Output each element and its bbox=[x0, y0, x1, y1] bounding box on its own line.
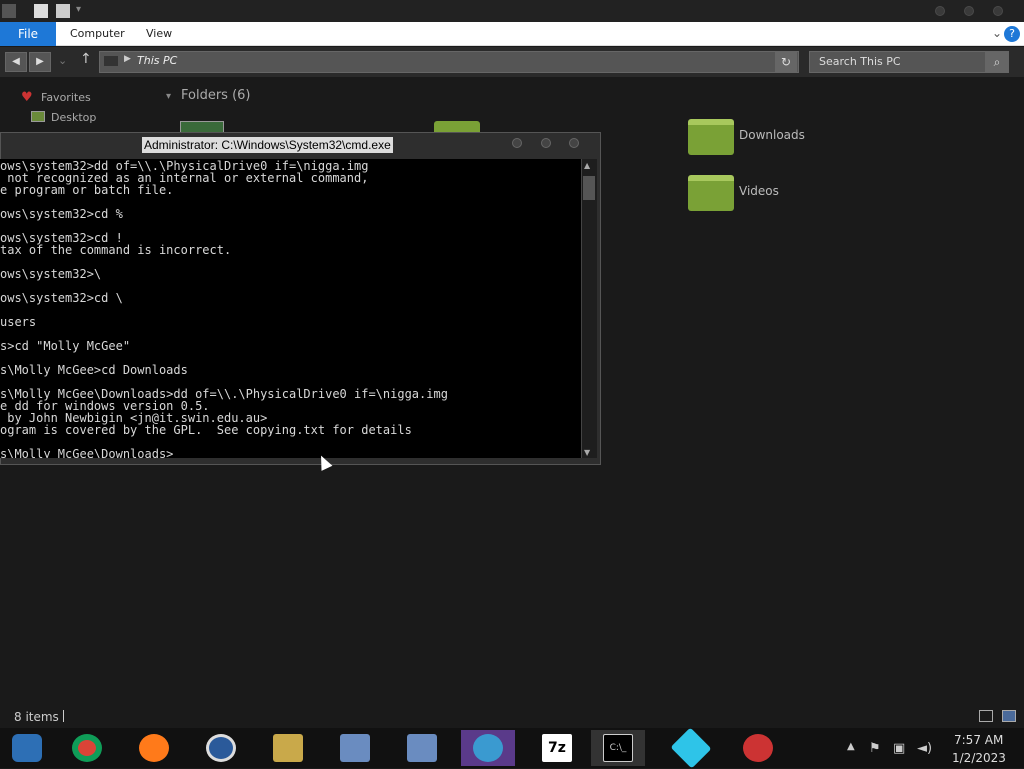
heart-icon: ♥ bbox=[21, 90, 33, 105]
new-folder-icon[interactable] bbox=[56, 4, 70, 18]
cmd-maximize-button[interactable] bbox=[541, 138, 551, 148]
taskbar-chrome[interactable] bbox=[60, 730, 114, 766]
cmd-line: tax of the command is incorrect. bbox=[0, 243, 232, 257]
up-button[interactable]: ↑ bbox=[80, 51, 92, 67]
cmd-title: Administrator: C:\Windows\System32\cmd.e… bbox=[142, 137, 393, 153]
minimize-button[interactable] bbox=[935, 6, 945, 16]
details-view-icon[interactable] bbox=[979, 710, 993, 722]
taskbar-diamond-app[interactable] bbox=[664, 727, 718, 769]
scroll-up-icon[interactable]: ▲ bbox=[584, 161, 590, 170]
back-button[interactable]: ◀ bbox=[5, 52, 27, 72]
taskbar-game-app[interactable] bbox=[731, 730, 785, 766]
taskbar-cmd[interactable]: C:\_ bbox=[591, 730, 645, 766]
clock-time[interactable]: 7:57 AM bbox=[954, 733, 1003, 747]
cmd-minimize-button[interactable] bbox=[512, 138, 522, 148]
taskbar-network-setup-2[interactable] bbox=[395, 730, 449, 766]
network-setup-icon-2 bbox=[407, 734, 437, 762]
breadcrumb-chevron-icon[interactable]: ▶ bbox=[124, 54, 131, 64]
customize-toolbar-icon[interactable]: ▾ bbox=[76, 4, 81, 15]
computer-icon bbox=[104, 56, 118, 66]
diamond-app-icon bbox=[670, 727, 712, 769]
videos-folder-icon[interactable] bbox=[688, 175, 734, 211]
taskbar-people-app[interactable] bbox=[461, 730, 515, 766]
taskbar-firefox[interactable] bbox=[127, 730, 181, 766]
folder-downloads-label[interactable]: Downloads bbox=[739, 128, 805, 142]
cmd-line: ows\system32>cd \ bbox=[0, 291, 123, 305]
scroll-down-icon[interactable]: ▼ bbox=[584, 448, 590, 457]
cmd-line: ows\system32>\ bbox=[0, 267, 102, 281]
cmd-line: ogram is covered by the GPL. See copying… bbox=[0, 423, 412, 437]
cmd-line: users bbox=[0, 315, 37, 329]
cmd-close-button[interactable] bbox=[569, 138, 579, 148]
network-setup-icon bbox=[340, 734, 370, 762]
help-icon[interactable]: ? bbox=[1004, 26, 1020, 42]
start-orb-icon bbox=[12, 734, 42, 762]
taskbar-file-explorer[interactable] bbox=[261, 730, 315, 766]
refresh-button[interactable]: ↻ bbox=[775, 52, 797, 72]
people-app-icon bbox=[473, 734, 503, 762]
search-placeholder: Search This PC bbox=[819, 55, 901, 68]
folder-videos-label[interactable]: Videos bbox=[739, 184, 779, 198]
taskbar-network-setup[interactable] bbox=[328, 730, 382, 766]
opera-icon bbox=[206, 734, 236, 762]
window-menu-icon[interactable] bbox=[2, 4, 16, 18]
folders-header[interactable]: Folders (6) bbox=[181, 88, 251, 103]
forward-button[interactable]: ▶ bbox=[29, 52, 51, 72]
action-center-flag-icon[interactable]: ⚑ bbox=[869, 741, 881, 756]
recent-locations-icon[interactable]: ⌄ bbox=[58, 54, 67, 67]
cmd-line: s>cd "Molly McGee" bbox=[0, 339, 131, 353]
cmd-line: s\Molly McGee\Downloads> bbox=[0, 447, 174, 458]
show-hidden-icons-icon[interactable]: ▲ bbox=[847, 741, 855, 752]
chrome-icon bbox=[72, 734, 102, 762]
search-icon[interactable]: ⌕ bbox=[985, 51, 1009, 73]
status-separator bbox=[63, 710, 64, 722]
sidebar-item-desktop[interactable]: Desktop bbox=[51, 111, 96, 124]
file-explorer-icon bbox=[273, 734, 303, 762]
taskbar-opera[interactable] bbox=[194, 730, 248, 766]
explorer-titlebar bbox=[0, 0, 1024, 22]
expand-ribbon-icon[interactable]: ⌄ bbox=[992, 26, 1002, 40]
taskbar-7zip[interactable]: 7z bbox=[530, 730, 584, 766]
cmd-icon: C:\_ bbox=[603, 734, 633, 762]
tab-file[interactable]: File bbox=[0, 22, 56, 46]
sidebar-item-favorites[interactable]: Favorites bbox=[41, 91, 91, 104]
tab-view[interactable]: View bbox=[146, 22, 172, 46]
firefox-icon bbox=[139, 734, 169, 762]
properties-icon[interactable] bbox=[34, 4, 48, 18]
cmd-line: s\Molly McGee>cd Downloads bbox=[0, 363, 188, 377]
status-item-count: 8 items bbox=[14, 710, 59, 724]
volume-icon[interactable]: ◄) bbox=[917, 741, 932, 756]
scrollbar-thumb[interactable] bbox=[583, 176, 595, 200]
7zip-icon: 7z bbox=[542, 734, 572, 762]
collapse-icon[interactable]: ▾ bbox=[166, 91, 171, 102]
game-app-icon bbox=[743, 734, 773, 762]
address-text: This PC bbox=[137, 54, 178, 67]
tab-computer[interactable]: Computer bbox=[70, 22, 125, 46]
network-icon[interactable]: ▣ bbox=[893, 741, 905, 756]
cmd-line: ows\system32>cd % bbox=[0, 207, 123, 221]
cmd-line: e program or batch file. bbox=[0, 183, 174, 197]
downloads-folder-icon[interactable] bbox=[688, 119, 734, 155]
start-button[interactable] bbox=[0, 730, 54, 766]
address-bar[interactable] bbox=[99, 51, 799, 73]
large-icons-view-icon[interactable] bbox=[1002, 710, 1016, 722]
close-button[interactable] bbox=[993, 6, 1003, 16]
cmd-console[interactable]: ows\system32>dd of=\\.\PhysicalDrive0 if… bbox=[0, 159, 581, 458]
maximize-button[interactable] bbox=[964, 6, 974, 16]
clock-date[interactable]: 1/2/2023 bbox=[952, 751, 1006, 765]
desktop-icon bbox=[31, 111, 45, 122]
cmd-scrollbar[interactable] bbox=[581, 159, 597, 458]
